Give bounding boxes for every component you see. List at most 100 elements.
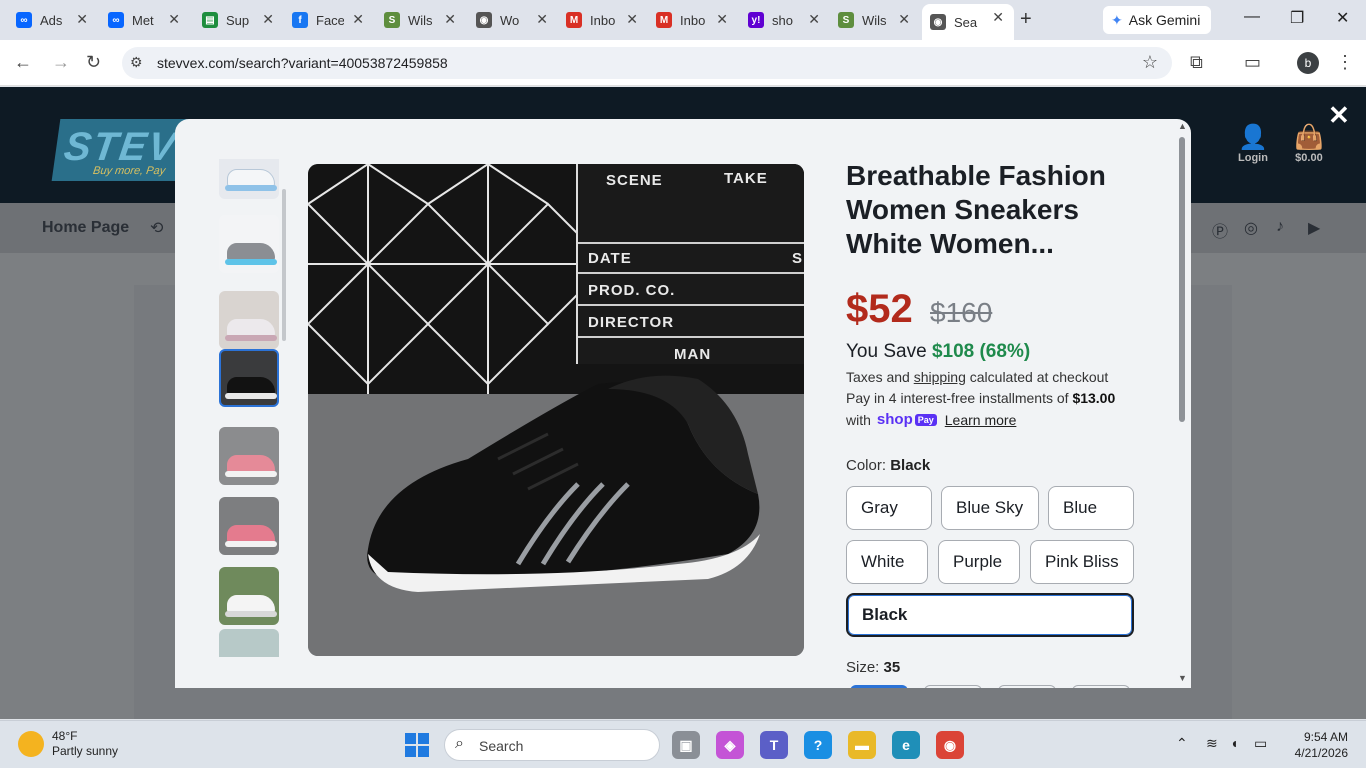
new-tab-button[interactable]: + <box>1020 8 1032 31</box>
modal-close-icon[interactable]: ✕ <box>1328 100 1350 131</box>
product-thumbnail[interactable] <box>219 159 279 199</box>
bookmark-star-icon[interactable]: ☆ <box>1142 52 1158 73</box>
login-link[interactable]: 👤 Login <box>1238 123 1268 164</box>
volume-icon[interactable]: ◖ <box>1230 735 1238 751</box>
back-icon[interactable]: ← <box>14 52 32 73</box>
color-option-gray[interactable]: Gray <box>846 486 932 530</box>
tab-close-icon[interactable]: ✕ <box>168 11 180 28</box>
tab-label: Wils <box>408 12 433 28</box>
system-clock[interactable]: 9:54 AM 4/21/2026 <box>1290 729 1348 761</box>
teams-icon[interactable]: T <box>760 731 788 759</box>
tab-close-icon[interactable]: ✕ <box>76 11 88 28</box>
file-explorer-icon[interactable]: ▬ <box>848 731 876 759</box>
cast-icon[interactable]: ▭ <box>1244 52 1261 73</box>
modal-scrollbar[interactable]: ▲ ▼ <box>1178 121 1187 683</box>
pinterest-icon[interactable]: Ⓟ <box>1212 218 1228 242</box>
color-option-white[interactable]: White <box>846 540 928 584</box>
edge-icon[interactable]: e <box>892 731 920 759</box>
maximize-button[interactable]: ❐ <box>1290 8 1304 28</box>
product-thumbnail[interactable] <box>219 427 279 485</box>
browser-tab[interactable]: f Face ✕ <box>284 6 374 34</box>
forward-icon[interactable]: → <box>52 52 70 73</box>
menu-kebab-icon[interactable]: ⋮ <box>1336 52 1354 73</box>
reload-icon[interactable]: ↻ <box>86 52 101 73</box>
tray-chevron-icon[interactable]: ⌃ <box>1176 735 1188 752</box>
start-windows-icon[interactable] <box>405 733 429 757</box>
profile-avatar[interactable]: b <box>1297 52 1319 74</box>
url-text[interactable]: stevvex.com/search?variant=4005387245985… <box>157 55 448 71</box>
wifi-icon[interactable]: ≋ <box>1206 735 1218 752</box>
youtube-icon[interactable]: ▶ <box>1308 218 1320 238</box>
weather-widget[interactable]: 48°F Partly sunny <box>18 729 118 759</box>
learn-more-link[interactable]: Learn more <box>945 412 1017 428</box>
modal-scroll-thumb[interactable] <box>1179 137 1185 422</box>
taskbar-search[interactable]: ⌕ Search <box>444 729 660 761</box>
window-close-button[interactable]: ✕ <box>1336 8 1349 28</box>
tab-label: Inbo <box>680 12 706 28</box>
color-option-black-selected[interactable]: Black <box>846 593 1134 637</box>
site-info-icon[interactable]: ⚙ <box>130 54 143 71</box>
browser-tab[interactable]: S Wils ✕ <box>830 6 920 34</box>
size-option-selected[interactable] <box>850 685 908 688</box>
color-label-text: Color: <box>846 457 887 474</box>
color-label: Color: Black <box>846 457 930 474</box>
size-label-text: Size: <box>846 659 880 676</box>
history-icon[interactable]: ⟲ <box>150 218 163 238</box>
browser-tab[interactable]: ◉ Sea ✕ <box>922 4 1014 40</box>
color-option-blue[interactable]: Blue <box>1048 486 1134 530</box>
browser-tab[interactable]: ▤ Sup ✕ <box>194 6 284 34</box>
tab-close-icon[interactable]: ✕ <box>626 11 638 28</box>
size-option[interactable] <box>998 685 1056 688</box>
product-main-image[interactable]: SCENE TAKE DATE S PROD. CO. DIRECTOR MAN <box>308 164 804 656</box>
tab-close-icon[interactable]: ✕ <box>352 11 364 28</box>
tax-prefix: Taxes and <box>846 369 910 385</box>
tab-close-icon[interactable]: ✕ <box>992 9 1004 26</box>
omnibox[interactable]: ⚙ stevvex.com/search?variant=40053872459… <box>122 47 1172 79</box>
ask-gemini-button[interactable]: ✦ Ask Gemini <box>1103 6 1211 34</box>
help-icon[interactable]: ? <box>804 731 832 759</box>
minimize-button[interactable]: — <box>1244 8 1260 26</box>
browser-tab[interactable]: M Inbo ✕ <box>648 6 738 34</box>
tab-close-icon[interactable]: ✕ <box>536 11 548 28</box>
chrome-icon[interactable]: ◉ <box>936 731 964 759</box>
copilot-icon[interactable]: ◈ <box>716 731 744 759</box>
scroll-up-arrow[interactable]: ▲ <box>1178 121 1187 131</box>
battery-icon[interactable]: ▭ <box>1254 735 1267 752</box>
shop-pay-badge: Pay <box>914 413 937 426</box>
shipping-link[interactable]: shipping <box>914 369 966 385</box>
nav-home-page[interactable]: Home Page <box>42 219 129 237</box>
tab-close-icon[interactable]: ✕ <box>444 11 456 28</box>
tab-close-icon[interactable]: ✕ <box>262 11 274 28</box>
facebook-icon: f <box>292 12 308 28</box>
size-option[interactable] <box>924 685 982 688</box>
thumbnail-strip[interactable] <box>219 159 279 657</box>
tab-close-icon[interactable]: ✕ <box>808 11 820 28</box>
task-view-icon[interactable]: ▣ <box>672 731 700 759</box>
size-option[interactable] <box>1072 685 1130 688</box>
browser-tab[interactable]: y! sho ✕ <box>740 6 830 34</box>
product-thumbnail[interactable] <box>219 567 279 625</box>
installments-note: Pay in 4 interest-free installments of $… <box>846 390 1115 406</box>
tab-close-icon[interactable]: ✕ <box>898 11 910 28</box>
thumbnail-scrollbar[interactable] <box>282 189 286 341</box>
color-option-purple[interactable]: Purple <box>938 540 1020 584</box>
product-thumbnail[interactable] <box>219 629 279 657</box>
browser-tab[interactable]: M Inbo ✕ <box>558 6 648 34</box>
color-option-pink-bliss[interactable]: Pink Bliss <box>1030 540 1134 584</box>
instagram-icon[interactable]: ◎ <box>1244 218 1258 238</box>
product-thumbnail[interactable] <box>219 291 279 349</box>
extensions-icon[interactable]: ⧉ <box>1190 52 1203 73</box>
browser-tab[interactable]: ◉ Wo ✕ <box>468 6 558 34</box>
browser-tab[interactable]: ∞ Ads ✕ <box>8 6 98 34</box>
product-thumbnail[interactable] <box>219 497 279 555</box>
tiktok-icon[interactable]: ♪ <box>1276 218 1284 236</box>
size-value: 35 <box>883 659 901 676</box>
browser-tab[interactable]: ∞ Met ✕ <box>100 6 190 34</box>
product-thumbnail-selected[interactable] <box>219 349 279 407</box>
cart-link[interactable]: 👜 $0.00 <box>1294 123 1324 164</box>
browser-tab[interactable]: S Wils ✕ <box>376 6 466 34</box>
scroll-down-arrow[interactable]: ▼ <box>1178 673 1187 683</box>
tab-close-icon[interactable]: ✕ <box>716 11 728 28</box>
product-thumbnail[interactable] <box>219 215 279 273</box>
color-option-blue-sky[interactable]: Blue Sky <box>941 486 1039 530</box>
